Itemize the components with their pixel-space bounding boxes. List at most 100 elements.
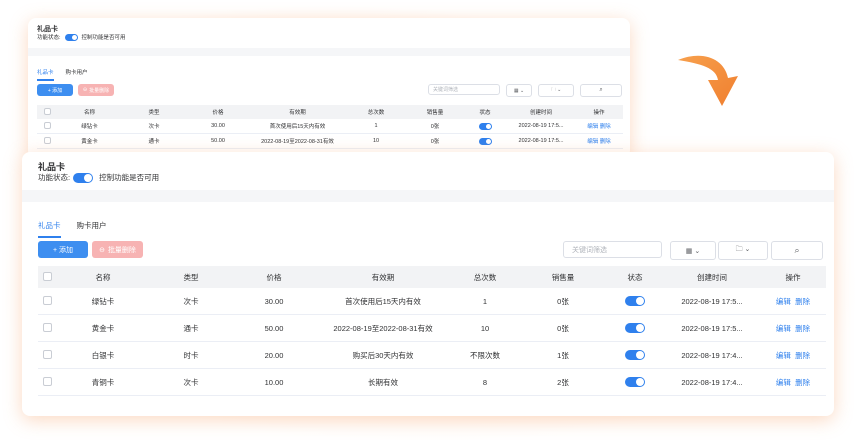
status-row: 功能状态: 控制功能是否可用 [38,172,159,183]
row-checkbox[interactable] [42,295,52,305]
folder-icon: 🗀 ⌄ [735,246,751,253]
grid-dropdown[interactable]: ▦ ⌄ [670,241,716,260]
row-checkbox[interactable] [43,136,51,144]
folder-dropdown[interactable]: 🗀 ⌄ [718,241,768,260]
gift-card-table-small: 名称 类型 价格 有效期 总次数 销售量 状态 创建时间 操作 绿钻卡 次卡 3… [37,105,623,149]
cell-price: 50.00 [186,133,250,149]
add-button[interactable]: + 添加 [37,84,73,96]
cell-sales: 0张 [520,288,606,315]
tab-bar: 礼品卡 购卡用户 [37,68,100,81]
tab-gift-card[interactable]: 礼品卡 [37,68,54,81]
cell-total: 10 [450,314,520,342]
cell-type: 通卡 [150,314,232,342]
row-checkbox-cell [38,368,56,396]
col-price: 价格 [232,266,316,288]
delete-link[interactable]: 删除 [600,124,611,130]
row-checkbox-cell [37,119,57,134]
grid-icon: ▦ ⌄ [513,87,525,94]
cell-actions: 编辑 删除 [575,133,623,149]
row-status-toggle[interactable] [625,323,645,333]
search-button[interactable]: ⌕ [771,241,823,260]
col-sales: 销售量 [520,266,606,288]
row-status-toggle[interactable] [625,296,645,306]
edit-link[interactable]: 编辑 [587,124,598,130]
preview-panel-small: 礼品卡 功能状态: 控制功能是否可用 礼品卡 购卡用户 + 添加 ⊖ 批量删除 关… [28,18,630,158]
cell-sales: 2张 [520,368,606,396]
delete-link[interactable]: 删除 [795,324,810,333]
divider-band [28,48,630,56]
cell-status [606,314,664,342]
row-status-toggle[interactable] [478,122,492,130]
delete-link[interactable]: 删除 [795,297,810,306]
col-total: 总次数 [345,105,407,119]
edit-link[interactable]: 编辑 [776,297,791,306]
col-type: 类型 [150,266,232,288]
col-sales: 销售量 [407,105,463,119]
edit-link[interactable]: 编辑 [776,351,791,360]
cell-created: 2022-08-19 17:5... [507,133,575,149]
delete-link[interactable]: 删除 [795,378,810,387]
cell-name: 绿钻卡 [57,119,122,134]
cell-price: 10.00 [232,368,316,396]
tab-buyers[interactable]: 购卡用户 [66,68,88,81]
cell-sales: 0张 [407,133,463,149]
table-row: 青铜卡 次卡 10.00 长期有效 8 2张 2022-08-19 17:4..… [38,368,826,396]
cell-name: 黄金卡 [57,133,122,149]
row-checkbox[interactable] [42,376,52,386]
cell-validity: 购买后30天内有效 [316,341,450,369]
table-row: 黄金卡 通卡 50.00 2022-08-19至2022-08-31有效 10 … [38,314,826,342]
tab-buyers[interactable]: 购卡用户 [77,220,107,238]
batch-delete-button[interactable]: ⊖ 批量删除 [92,241,143,258]
tab-gift-card[interactable]: 礼品卡 [38,220,61,238]
batch-delete-label: 批量删除 [107,246,136,254]
cell-created: 2022-08-19 17:4... [664,368,760,396]
status-toggle[interactable] [64,33,78,41]
grid-icon: ▦ ⌄ [685,247,701,255]
status-toggle[interactable] [73,172,94,183]
edit-link[interactable]: 编辑 [776,378,791,387]
search-input[interactable]: 关键词筛选 [428,84,500,95]
status-hint: 控制功能是否可用 [81,35,126,41]
cell-status [606,288,664,315]
edit-link[interactable]: 编辑 [776,324,791,333]
search-input[interactable]: 关键词筛选 [563,241,662,258]
gift-card-table: 名称 类型 价格 有效期 总次数 销售量 状态 创建时间 操作 绿钻卡 次卡 3… [38,266,826,396]
edit-link[interactable]: 编辑 [587,139,598,145]
col-name: 名称 [57,105,122,119]
delete-link[interactable]: 删除 [600,139,611,145]
status-row: 功能状态: 控制功能是否可用 [37,33,126,41]
cell-name: 绿钻卡 [56,288,150,315]
row-checkbox[interactable] [43,121,51,129]
cell-validity: 首次使用后15天内有效 [316,288,450,315]
row-checkbox-cell [37,133,57,149]
batch-delete-label: 批量删除 [89,87,110,94]
row-checkbox-cell [38,314,56,342]
header-checkbox-cell [37,105,57,119]
cell-created: 2022-08-19 17:4... [664,341,760,369]
row-checkbox-cell [38,288,56,315]
grid-dropdown[interactable]: ▦ ⌄ [506,84,532,97]
row-status-toggle[interactable] [625,350,645,360]
cell-validity: 首次使用后15天内有效 [250,119,345,134]
col-actions: 操作 [575,105,623,119]
batch-delete-button[interactable]: ⊖ 批量删除 [78,84,114,96]
row-status-toggle[interactable] [478,137,492,145]
row-status-toggle[interactable] [625,377,645,387]
select-all-checkbox[interactable] [42,271,52,281]
delete-link[interactable]: 删除 [795,351,810,360]
cell-actions: 编辑 删除 [760,368,826,396]
main-panel: 礼品卡 功能状态: 控制功能是否可用 礼品卡 购卡用户 + 添加 ⊖ 批量删除 关… [22,152,834,416]
col-validity: 有效期 [250,105,345,119]
cell-type: 时卡 [150,341,232,369]
folder-dropdown[interactable]: 🗀 ⌄ [538,84,574,97]
row-checkbox[interactable] [42,349,52,359]
cell-name: 白银卡 [56,341,150,369]
cell-created: 2022-08-19 17:5... [664,314,760,342]
cell-created: 2022-08-19 17:5... [507,119,575,134]
cell-actions: 编辑 删除 [760,314,826,342]
col-price: 价格 [186,105,250,119]
row-checkbox[interactable] [42,322,52,332]
add-button[interactable]: + 添加 [38,241,88,258]
select-all-checkbox[interactable] [43,107,51,115]
search-button[interactable]: ⌕ [580,84,622,97]
